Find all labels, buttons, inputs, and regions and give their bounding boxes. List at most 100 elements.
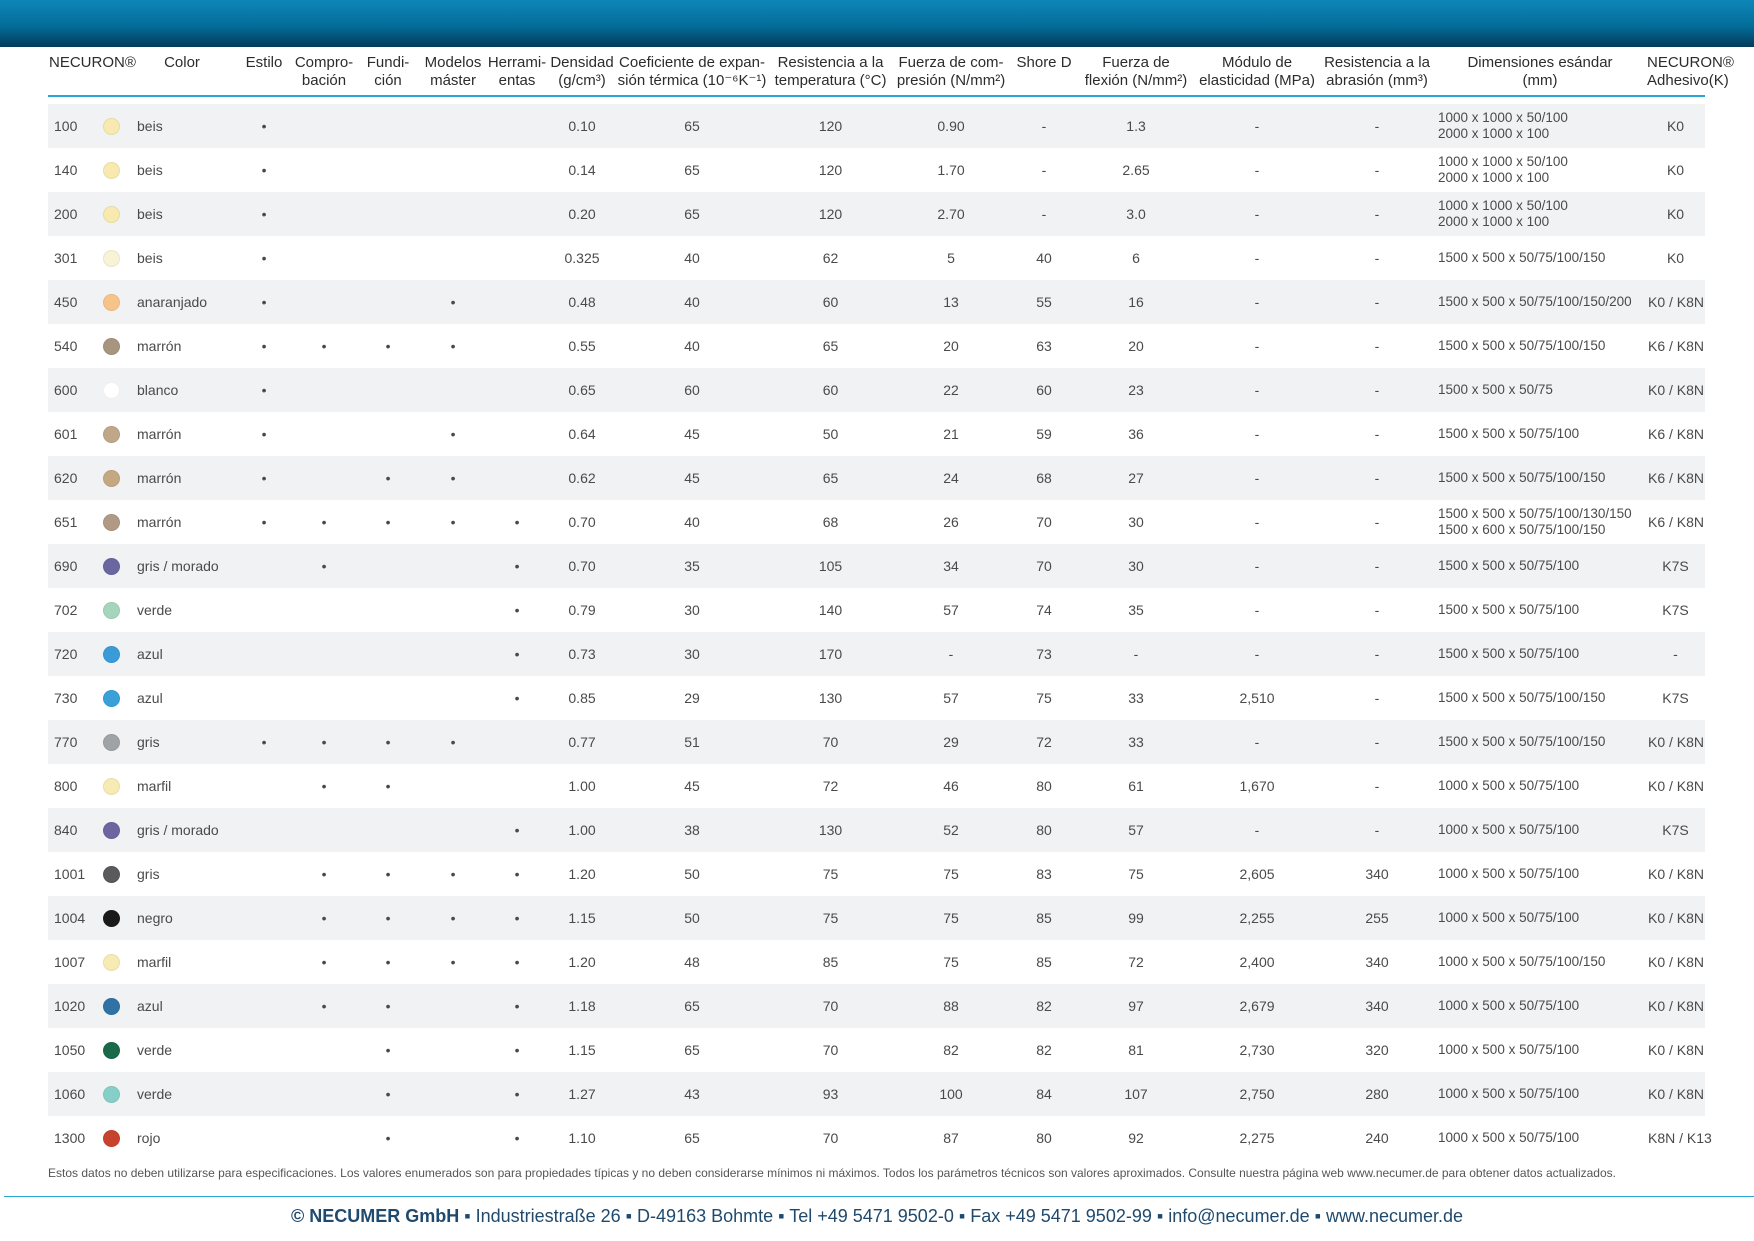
color-swatch-cell [94,1028,129,1072]
cell-modulo: 2,255 [1239,910,1275,926]
dimension-line: 1000 x 500 x 50/75/100 [1438,866,1580,881]
cell-fundicion: • [385,866,391,882]
cell-adhesivo: K7S [1662,690,1689,706]
cell-adhesivo: K0 [1666,118,1685,134]
dimension-line: 1000 x 500 x 50/75/100/150 [1438,954,1606,969]
color-swatch-icon [103,1129,120,1147]
cell-comprobacion [293,104,355,148]
cell-abrasion: - [1374,822,1380,838]
cell-densidad: 1.20 [568,866,596,882]
color-name: marfil [137,954,172,970]
cell-fundicion [355,808,421,852]
cell-herramientas [485,104,549,148]
cell-shore: 68 [1036,470,1052,486]
cell-flexion: 61 [1128,778,1144,794]
table-row: 730 azul • 0.85 29 130 57 75 33 2,510 - 1500 x 500 … [48,676,1706,720]
table-row: 840 gris / morado • 1.00 38 130 52 80 57 - - 1000 x… [48,808,1706,852]
cell-fundicion [355,544,421,588]
cell-herramientas [485,412,549,456]
cell-flexion: 20 [1128,338,1144,354]
color-swatch-icon [103,821,120,839]
cell-fundicion [355,192,421,236]
cell-adhesivo: K0 / K8N [1648,1086,1705,1102]
cell-coef: 65 [684,118,700,134]
cell-coef: 40 [684,338,700,354]
color-swatch-icon [103,557,120,575]
color-name: azul [137,998,163,1014]
cell-adhesivo: K6 / K8N [1648,338,1705,354]
cell-adhesivo: K0 / K8N [1648,866,1705,882]
color-name: gris [137,866,160,882]
cell-shore: 84 [1036,1086,1052,1102]
footer-contact: ▪ Industriestraße 26 ▪ D-49163 Bohmte ▪ … [459,1206,1464,1226]
product-number: 601 [54,426,78,442]
cell-coef: 29 [684,690,700,706]
product-number: 301 [54,250,78,266]
cell-compresion: - [948,646,954,662]
table-row: 140 beis • 0.14 65 120 1.70 - 2.65 - - 1000 x 1000 … [48,148,1706,192]
cell-coef: 50 [684,910,700,926]
cell-temp: 130 [818,690,843,706]
cell-estilo [235,1116,293,1160]
cell-modulo: 2,679 [1239,998,1275,1014]
product-number: 200 [54,206,78,222]
cell-modulo: - [1254,250,1260,266]
color-swatch-cell [94,676,129,720]
cell-estilo: • [261,382,267,398]
cell-modelos [421,192,485,236]
cell-coef: 65 [684,1130,700,1146]
cell-flexion: 107 [1124,1086,1148,1102]
cell-modelos: • [450,734,456,750]
cell-comprobacion [293,632,355,676]
header-necuron: NECURON® [48,50,136,97]
dimension-line: 1500 x 500 x 50/75/100/150/200 [1438,294,1632,309]
cell-abrasion: - [1374,470,1380,486]
cell-coef: 60 [684,382,700,398]
cell-modelos [421,676,485,720]
color-name: azul [137,646,163,662]
cell-fundicion [355,104,421,148]
cell-herramientas [485,148,549,192]
cell-adhesivo: K7S [1662,822,1689,838]
cell-densidad: 0.79 [568,602,596,618]
dimension-line: 1500 x 500 x 50/75/100/150 [1438,470,1606,485]
cell-modelos [421,368,485,412]
cell-compresion: 34 [943,558,959,574]
cell-temp: 140 [818,602,843,618]
color-swatch-cell [94,104,129,148]
cell-estilo [235,852,293,896]
header-line: Fundi- [366,54,410,71]
cell-dimensiones: 1000 x 1000 x 50/100 2000 x 1000 x 100 [1434,192,1646,236]
color-name: verde [137,1086,173,1102]
cell-shore: 80 [1036,1130,1052,1146]
cell-estilo [235,544,293,588]
cell-dimensiones: 1500 x 500 x 50/75/100/150 [1434,236,1646,280]
table-header: NECURON® Color Estilo Compro-bación Fundi-ci… [48,50,1734,97]
cell-estilo [235,588,293,632]
product-number: 1007 [54,954,86,970]
table-row: 540 marrón • • • • 0.55 40 65 20 63 20 - - 1500 x 500 … [48,324,1706,368]
product-number: 651 [54,514,78,530]
color-swatch-icon [103,601,120,619]
color-swatch-icon [103,117,120,135]
dimension-line: 1500 x 500 x 50/75/100/150 [1438,734,1606,749]
color-swatch-icon [103,381,120,399]
table-row: 1300 rojo • • 1.10 65 70 87 80 92 2,275 240 1000 x 5… [48,1116,1712,1160]
color-swatch-cell [94,764,129,808]
cell-fundicion: • [385,1130,391,1146]
cell-fundicion: • [385,734,391,750]
product-number: 720 [54,646,78,662]
cell-abrasion: - [1374,734,1380,750]
cell-coef: 45 [684,778,700,794]
cell-densidad: 0.73 [568,646,596,662]
dimension-line: 1000 x 500 x 50/75/100 [1438,910,1580,925]
cell-densidad: 1.00 [568,822,596,838]
cell-dimensiones: 1500 x 500 x 50/75/100/150 [1434,676,1646,720]
dimension-line: 1000 x 500 x 50/75/100 [1438,1130,1580,1145]
cell-compresion: 13 [943,294,959,310]
cell-coef: 43 [684,1086,700,1102]
cell-modelos [421,588,485,632]
cell-temp: 170 [818,646,843,662]
cell-flexion: 2.65 [1122,162,1150,178]
cell-estilo: • [261,206,267,222]
